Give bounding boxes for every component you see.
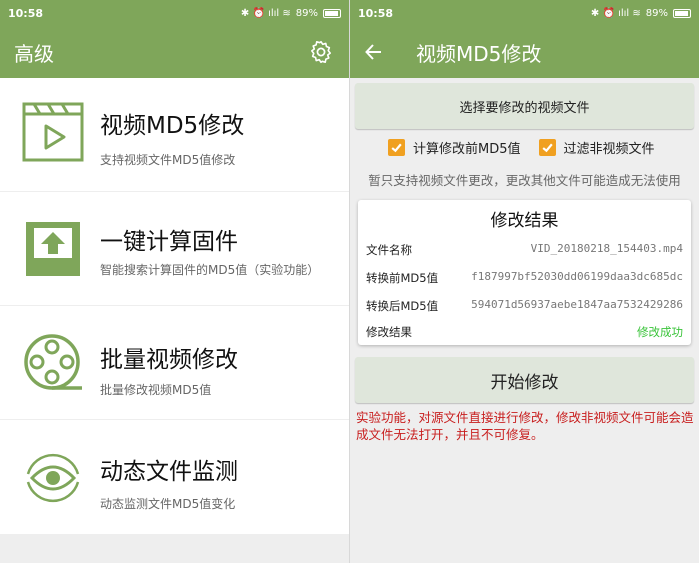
page-title: 高级	[14, 41, 54, 66]
status-time: 10:58	[8, 6, 44, 20]
result-row-md5-after: 转换后MD5值 594071d56937aebe1847aa7532429286	[366, 298, 683, 314]
row-label: 转换后MD5值	[366, 299, 439, 313]
options-row: 计算修改前MD5值 过滤非视频文件	[388, 138, 655, 157]
row-label: 文件名称	[366, 243, 412, 257]
support-note: 暂只支持视频文件更改，更改其他文件可能造成无法使用	[368, 173, 681, 188]
eye-icon	[26, 453, 80, 503]
calc-before-md5-checkbox[interactable]: 计算修改前MD5值	[388, 138, 521, 157]
row-label: 修改结果	[366, 325, 412, 339]
result-row-md5-before: 转换前MD5值 f187997bf52030dd06199daa3dc685dc	[366, 270, 683, 286]
status-icon-glyphs: ✱ ⏰ ılıl ≋	[240, 7, 291, 19]
status-bar: 10:58 ✱ ⏰ ılıl ≋ 89%	[0, 0, 349, 26]
row-label: 转换前MD5值	[366, 271, 439, 285]
gear-icon	[310, 40, 332, 64]
app-bar: 高级	[0, 26, 349, 78]
checkbox-checked-icon	[388, 139, 405, 156]
battery-percent: 89%	[295, 7, 318, 19]
menu-item-title: 一键计算固件	[100, 229, 238, 255]
menu-item-subtitle: 批量修改视频MD5值	[100, 383, 212, 397]
status-icons: ✱ ⏰ ılıl ≋ 89%	[591, 8, 691, 19]
left-screen: 10:58 ✱ ⏰ ılıl ≋ 89% 高级 视频MD5修改 支持视频文件MD…	[0, 0, 350, 563]
result-card: 修改结果 文件名称 VID_20180218_154403.mp4 转换前MD5…	[358, 200, 691, 345]
start-modify-button[interactable]: 开始修改	[355, 357, 694, 403]
checkbox-label: 过滤非视频文件	[563, 142, 655, 157]
menu-item-title: 视频MD5修改	[100, 113, 245, 139]
result-row-filename: 文件名称 VID_20180218_154403.mp4	[366, 242, 683, 258]
status-time: 10:58	[358, 6, 394, 20]
row-value: VID_20180218_154403.mp4	[530, 242, 683, 255]
feature-menu: 视频MD5修改 支持视频文件MD5值修改 一键计算固件 智能搜索计算固件的MD5…	[0, 78, 349, 534]
status-icon-glyphs: ✱ ⏰ ılıl ≋	[590, 7, 641, 19]
battery-icon	[323, 8, 341, 18]
row-value: f187997bf52030dd06199daa3dc685dc	[471, 270, 683, 283]
status-icons: ✱ ⏰ ılıl ≋ 89%	[241, 8, 341, 19]
row-value: 594071d56937aebe1847aa7532429286	[471, 298, 683, 311]
right-screen: 10:58 ✱ ⏰ ılıl ≋ 89% 视频MD5修改 选择要修改的视频文件 …	[350, 0, 699, 563]
battery-icon	[673, 8, 691, 18]
upload-box-icon	[26, 222, 80, 276]
menu-item-firmware[interactable]: 一键计算固件 智能搜索计算固件的MD5值（实验功能）	[0, 192, 349, 306]
status-bar: 10:58 ✱ ⏰ ılıl ≋ 89%	[350, 0, 699, 26]
page-title: 视频MD5修改	[416, 41, 542, 66]
arrow-left-icon	[365, 44, 381, 60]
checkbox-label: 计算修改前MD5值	[413, 142, 521, 157]
result-row-status: 修改结果 修改成功	[366, 324, 683, 340]
filter-non-video-checkbox[interactable]: 过滤非视频文件	[538, 138, 655, 157]
warning-text: 实验功能，对源文件直接进行修改，修改非视频文件可能会造成文件无法打开，并且不可修…	[356, 410, 694, 442]
menu-item-subtitle: 动态监测文件MD5值变化	[100, 497, 236, 511]
video-play-icon	[22, 102, 84, 162]
battery-percent: 89%	[645, 7, 668, 19]
film-reel-icon	[24, 334, 82, 390]
menu-item-title: 批量视频修改	[100, 347, 238, 373]
app-bar: 视频MD5修改	[350, 26, 699, 78]
menu-item-video-md5[interactable]: 视频MD5修改 支持视频文件MD5值修改	[0, 78, 349, 192]
settings-button[interactable]	[307, 38, 335, 66]
result-title: 修改结果	[490, 211, 559, 231]
choose-file-button[interactable]: 选择要修改的视频文件	[355, 83, 694, 129]
status-badge: 修改成功	[637, 325, 683, 339]
menu-item-file-monitor[interactable]: 动态文件监测 动态监测文件MD5值变化	[0, 420, 349, 534]
menu-item-subtitle: 智能搜索计算固件的MD5值（实验功能）	[100, 263, 320, 277]
checkbox-checked-icon	[538, 139, 556, 156]
back-button[interactable]	[364, 40, 388, 64]
menu-item-title: 动态文件监测	[100, 459, 238, 485]
menu-item-batch-video[interactable]: 批量视频修改 批量修改视频MD5值	[0, 306, 349, 420]
menu-item-subtitle: 支持视频文件MD5值修改	[100, 153, 236, 167]
